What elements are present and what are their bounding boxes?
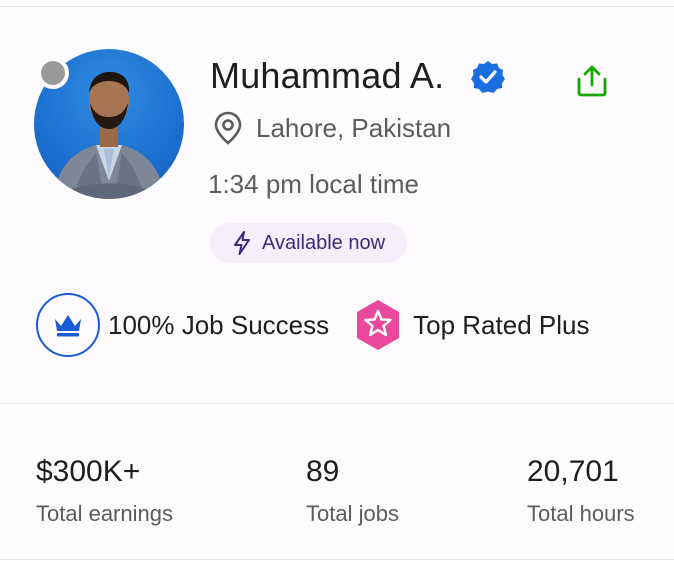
avatar-container[interactable] xyxy=(34,49,184,199)
location-row: Lahore, Pakistan xyxy=(214,111,451,145)
local-time: 1:34 pm local time xyxy=(208,169,419,199)
location-text: Lahore, Pakistan xyxy=(256,112,452,143)
crown-icon xyxy=(55,315,81,337)
stat-label: Total jobs xyxy=(306,501,399,526)
job-success-badge[interactable] xyxy=(36,293,100,357)
lightning-bolt-icon xyxy=(234,231,250,255)
profile-name: Muhammad A. xyxy=(210,55,445,96)
top-rated-text: Top Rated Plus xyxy=(413,309,590,340)
star-badge-icon[interactable] xyxy=(353,298,403,352)
stat-total-hours: 20,701 Total hours xyxy=(527,455,635,527)
verified-check-icon xyxy=(471,61,505,93)
availability-badge[interactable]: Available now xyxy=(210,223,408,263)
stat-value: $300K+ xyxy=(36,455,141,488)
availability-text: Available now xyxy=(262,231,386,254)
stat-total-jobs: 89 Total jobs xyxy=(306,455,399,527)
stat-label: Total hours xyxy=(527,501,635,526)
stat-label: Total earnings xyxy=(36,501,173,526)
stat-value: 89 xyxy=(306,455,340,488)
share-icon[interactable] xyxy=(574,63,610,99)
location-pin-icon xyxy=(214,111,242,145)
stat-total-earnings: $300K+ Total earnings xyxy=(36,455,173,527)
stat-value: 20,701 xyxy=(527,455,619,488)
status-dot xyxy=(37,57,69,89)
job-success-text: 100% Job Success xyxy=(108,309,330,340)
profile-card: Muhammad A. Lahore, Pakistan 1:34 pm loc… xyxy=(0,6,674,560)
stats-divider xyxy=(0,403,674,404)
badges-row: 100% Job Success Top Rated Plus xyxy=(36,293,589,357)
